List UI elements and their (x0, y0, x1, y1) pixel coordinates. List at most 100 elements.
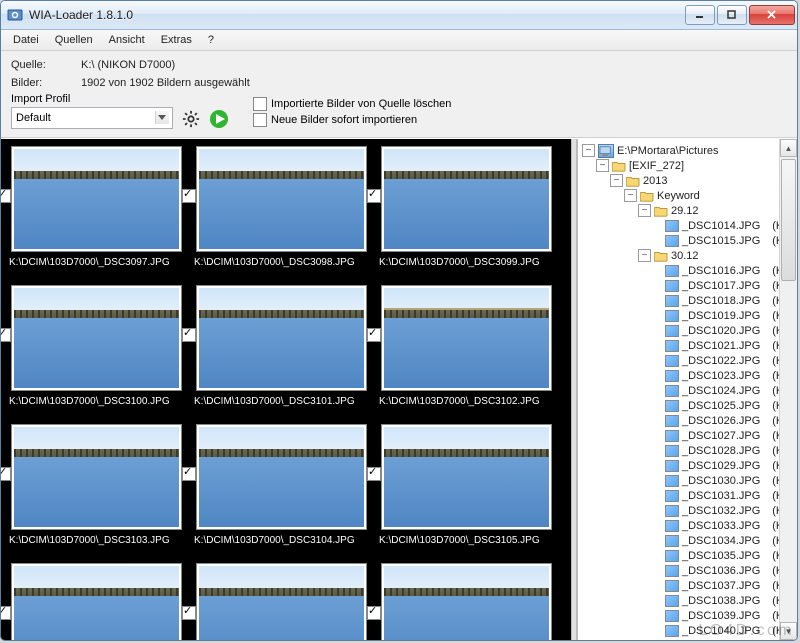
collapse-icon[interactable]: − (638, 204, 651, 217)
tree-file[interactable]: _DSC1028.JPG(K: (582, 443, 797, 458)
tree-file[interactable]: _DSC1041.JPG(K: (582, 638, 797, 640)
opt-delete-label: Importierte Bilder von Quelle löschen (271, 98, 451, 110)
thumbnail[interactable]: K:\DCIM\103D7000\_DSC3103.JPG (9, 425, 184, 546)
thumbnail[interactable]: K:\DCIM\103D7000\_DSC3097.JPG (9, 147, 184, 268)
thumb-checkbox[interactable] (182, 189, 196, 203)
titlebar[interactable]: WIA-Loader 1.8.1.0 (1, 1, 797, 30)
thumb-checkbox[interactable] (1, 189, 11, 203)
thumb-checkbox[interactable] (1, 606, 11, 620)
menu-extras[interactable]: Extras (153, 32, 200, 48)
thumbnail[interactable]: K:\DCIM\103D7000\_DSC3100.JPG (9, 286, 184, 407)
run-button[interactable] (209, 109, 229, 129)
tree-scrollbar[interactable]: ▲ ▼ (779, 139, 797, 640)
content-area: K:\DCIM\103D7000\_DSC3097.JPGK:\DCIM\103… (1, 138, 797, 640)
thumbnail[interactable]: K:\DCIM\103D7000\_DSC3105.JPG (379, 425, 554, 546)
menu-file[interactable]: Datei (5, 32, 47, 48)
tree-file[interactable]: _DSC1035.JPG(K: (582, 548, 797, 563)
settings-button[interactable] (181, 109, 201, 129)
tree-file[interactable]: _DSC1030.JPG(K: (582, 473, 797, 488)
tree-file[interactable]: _DSC1032.JPG(K: (582, 503, 797, 518)
tree-file[interactable]: _DSC1031.JPG(K: (582, 488, 797, 503)
chevron-down-icon (158, 115, 166, 120)
thumbnail[interactable]: K:\DCIM\103D7000\_DSC3102.JPG (379, 286, 554, 407)
tree-file[interactable]: _DSC1023.JPG(K: (582, 368, 797, 383)
tree-folder[interactable]: −30.12 (582, 248, 797, 263)
profile-label: Import Profil (11, 93, 173, 105)
tree-file[interactable]: _DSC1029.JPG(K: (582, 458, 797, 473)
thumb-checkbox[interactable] (182, 328, 196, 342)
source-value: K:\ (NIKON D7000) (81, 59, 175, 71)
scroll-down-button[interactable]: ▼ (780, 622, 797, 640)
tree-file[interactable]: _DSC1021.JPG(K: (582, 338, 797, 353)
tree-file[interactable]: _DSC1040.JPG(K: (582, 623, 797, 638)
checkbox-delete-source[interactable] (253, 97, 267, 111)
tree-folder[interactable]: − 29.12 (582, 203, 797, 218)
menu-sources[interactable]: Quellen (47, 32, 101, 48)
collapse-icon[interactable]: − (596, 159, 609, 172)
tree-folder[interactable]: −[EXIF_272] (582, 158, 797, 173)
thumb-checkbox[interactable] (367, 467, 381, 481)
thumbnail[interactable] (9, 564, 184, 640)
menu-help[interactable]: ? (200, 32, 222, 48)
thumb-checkbox[interactable] (367, 189, 381, 203)
minimize-button[interactable] (685, 5, 715, 25)
tree-label: _DSC1019.JPG (682, 310, 760, 322)
tree-label: 29.12 (671, 205, 699, 217)
checkbox-import-now[interactable] (253, 113, 267, 127)
thumbnail[interactable]: K:\DCIM\103D7000\_DSC3104.JPG (194, 425, 369, 546)
scroll-thumb[interactable] (781, 159, 796, 281)
tree-folder[interactable]: −Keyword (582, 188, 797, 203)
tree-file[interactable]: _DSC1033.JPG(K: (582, 518, 797, 533)
close-button[interactable] (749, 5, 795, 25)
thumb-checkbox[interactable] (1, 328, 11, 342)
tree-file[interactable]: _DSC1018.JPG(K: (582, 293, 797, 308)
tree-file[interactable]: _DSC1034.JPG(K: (582, 533, 797, 548)
tree-file[interactable]: _DSC1020.JPG(K: (582, 323, 797, 338)
tree-file[interactable]: _DSC1039.JPG(K: (582, 608, 797, 623)
tree-label: _DSC1030.JPG (682, 475, 760, 487)
tree-file[interactable]: _DSC1014.JPG(K: (582, 218, 797, 233)
thumbnail[interactable] (379, 564, 554, 640)
collapse-icon[interactable]: − (624, 189, 637, 202)
tree-label: 2013 (643, 175, 667, 187)
tree-folder[interactable]: − 2013 (582, 173, 797, 188)
thumbnail[interactable] (194, 564, 369, 640)
tree-label: _DSC1033.JPG (682, 520, 760, 532)
tree-root[interactable]: − E:\PMortara\Pictures (582, 143, 797, 158)
collapse-icon[interactable]: − (582, 144, 595, 157)
tree-label: _DSC1041.JPG (682, 640, 760, 641)
tree-file[interactable]: _DSC1017.JPG(K: (582, 278, 797, 293)
collapse-icon[interactable]: − (610, 174, 623, 187)
thumbnail-panel[interactable]: K:\DCIM\103D7000\_DSC3097.JPGK:\DCIM\103… (1, 139, 571, 640)
tree-file[interactable]: _DSC1025.JPG(K: (582, 398, 797, 413)
thumb-caption: K:\DCIM\103D7000\_DSC3100.JPG (9, 396, 184, 407)
menu-view[interactable]: Ansicht (101, 32, 153, 48)
tree-file[interactable]: _DSC1016.JPG(K: (582, 263, 797, 278)
tree-file[interactable]: _DSC1038.JPG(K: (582, 593, 797, 608)
tree-file[interactable]: _DSC1022.JPG(K: (582, 353, 797, 368)
scroll-up-button[interactable]: ▲ (780, 139, 797, 157)
tree-label: _DSC1029.JPG (682, 460, 760, 472)
tree-file[interactable]: _DSC1027.JPG(K: (582, 428, 797, 443)
thumb-checkbox[interactable] (367, 328, 381, 342)
toolbar: Quelle: K:\ (NIKON D7000) Bilder: 1902 v… (1, 51, 797, 138)
thumb-checkbox[interactable] (182, 467, 196, 481)
thumb-checkbox[interactable] (367, 606, 381, 620)
tree-file[interactable]: _DSC1037.JPG(K: (582, 578, 797, 593)
tree-label: E:\PMortara\Pictures (617, 145, 718, 157)
tree-file[interactable]: _DSC1024.JPG(K: (582, 383, 797, 398)
collapse-icon[interactable]: − (638, 249, 651, 262)
thumb-caption: K:\DCIM\103D7000\_DSC3101.JPG (194, 396, 369, 407)
profile-combo[interactable]: Default (11, 107, 173, 129)
menubar: Datei Quellen Ansicht Extras ? (1, 30, 797, 51)
tree-file[interactable]: _DSC1036.JPG(K: (582, 563, 797, 578)
thumbnail[interactable]: K:\DCIM\103D7000\_DSC3098.JPG (194, 147, 369, 268)
tree-file[interactable]: _DSC1015.JPG(K: (582, 233, 797, 248)
tree-file[interactable]: _DSC1026.JPG(K: (582, 413, 797, 428)
maximize-button[interactable] (717, 5, 747, 25)
thumb-checkbox[interactable] (182, 606, 196, 620)
thumbnail[interactable]: K:\DCIM\103D7000\_DSC3099.JPG (379, 147, 554, 268)
tree-file[interactable]: _DSC1019.JPG(K: (582, 308, 797, 323)
thumb-checkbox[interactable] (1, 467, 11, 481)
thumbnail[interactable]: K:\DCIM\103D7000\_DSC3101.JPG (194, 286, 369, 407)
